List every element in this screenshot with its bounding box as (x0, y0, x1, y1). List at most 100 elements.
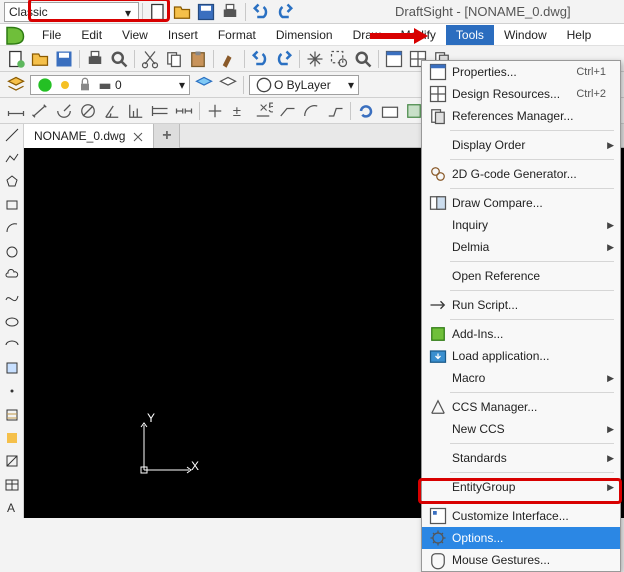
dim-aligned-button[interactable] (29, 100, 51, 122)
arc-tool[interactable] (3, 219, 21, 237)
new-tab-button[interactable]: + (154, 124, 180, 148)
menu-item-properties[interactable]: Properties...Ctrl+1 (422, 61, 620, 83)
hatch-tool[interactable] (3, 406, 21, 424)
close-icon[interactable] (133, 131, 143, 141)
new-button[interactable] (147, 1, 169, 23)
print-tb-button[interactable] (84, 48, 106, 70)
ellipse-tool[interactable] (3, 312, 21, 330)
menu-view[interactable]: View (112, 25, 158, 45)
point-tool[interactable] (3, 382, 21, 400)
menu-item-options[interactable]: Options... (422, 527, 620, 549)
spline-tool[interactable] (3, 289, 21, 307)
doc-tab-active[interactable]: NONAME_0.dwg (24, 124, 154, 148)
dim-center-button[interactable] (204, 100, 226, 122)
menu-modify[interactable]: Modify (391, 25, 446, 45)
menu-item-2d-g-code-generator[interactable]: 2D G-code Generator... (422, 163, 620, 185)
menu-tools[interactable]: Tools (446, 25, 494, 45)
menu-item-draw-compare[interactable]: Draw Compare... (422, 192, 620, 214)
menu-file[interactable]: File (32, 25, 71, 45)
dim-leader-button[interactable] (276, 100, 298, 122)
dim-arc-button[interactable] (300, 100, 322, 122)
menu-item-design-resources[interactable]: Design Resources...Ctrl+2 (422, 83, 620, 105)
menu-item-display-order[interactable]: Display Order▶ (422, 134, 620, 156)
dim-jogged-button[interactable] (324, 100, 346, 122)
text-tool[interactable]: A (3, 499, 21, 517)
dim-continue-button[interactable] (173, 100, 195, 122)
menu-item-mouse-gestures[interactable]: Mouse Gestures... (422, 549, 620, 571)
polygon-tool[interactable] (3, 173, 21, 191)
menu-item-icon (428, 346, 448, 366)
undo-button[interactable] (250, 1, 272, 23)
menu-edit[interactable]: Edit (71, 25, 112, 45)
menu-format[interactable]: Format (208, 25, 266, 45)
copy-button[interactable] (163, 48, 185, 70)
dim-update-button[interactable] (355, 100, 377, 122)
layer-manager-button[interactable] (5, 74, 27, 96)
zoom-extents-button[interactable] (352, 48, 374, 70)
line-tool[interactable] (3, 126, 21, 144)
paste-button[interactable] (187, 48, 209, 70)
preview-button[interactable] (108, 48, 130, 70)
menu-item-run-script[interactable]: Run Script... (422, 294, 620, 316)
cut-button[interactable] (139, 48, 161, 70)
new-doc-button[interactable] (5, 48, 27, 70)
menu-item-entitygroup[interactable]: EntityGroup▶ (422, 476, 620, 498)
save-file-button[interactable] (53, 48, 75, 70)
menu-item-macro[interactable]: Macro▶ (422, 367, 620, 389)
workspace-dropdown[interactable]: Classic ▾ (4, 2, 139, 22)
layer-lock-icon (76, 76, 94, 94)
pan-button[interactable] (304, 48, 326, 70)
menu-item-load-application[interactable]: Load application... (422, 345, 620, 367)
dim-diameter-button[interactable] (77, 100, 99, 122)
menu-item-standards[interactable]: Standards▶ (422, 447, 620, 469)
block-tool[interactable] (3, 359, 21, 377)
dim-ordinate-button[interactable] (125, 100, 147, 122)
menu-insert[interactable]: Insert (158, 25, 208, 45)
dim-style-button[interactable] (379, 100, 401, 122)
menu-item-ccs-manager[interactable]: CCS Manager... (422, 396, 620, 418)
open-folder-button[interactable] (29, 48, 51, 70)
save-button[interactable] (195, 1, 217, 23)
layer-tool2-button[interactable] (217, 74, 239, 96)
gradient-tool[interactable] (3, 429, 21, 447)
layer-combo[interactable]: 0 ▾ (30, 75, 190, 95)
menu-item-add-ins[interactable]: Add-Ins... (422, 323, 620, 345)
menu-item-delmia[interactable]: Delmia▶ (422, 236, 620, 258)
menu-item-open-reference[interactable]: Open Reference (422, 265, 620, 287)
menu-help[interactable]: Help (557, 25, 602, 45)
region-tool[interactable] (3, 452, 21, 470)
menu-draw[interactable]: Draw (343, 25, 391, 45)
menu-item-icon (428, 397, 448, 417)
zoom-window-button[interactable] (328, 48, 350, 70)
brush-button[interactable] (218, 48, 240, 70)
menu-item-icon (428, 84, 448, 104)
cloud-tool[interactable] (3, 266, 21, 284)
table-tool[interactable] (3, 475, 21, 493)
print-button[interactable] (219, 1, 241, 23)
dim-angular-button[interactable] (101, 100, 123, 122)
properties-button[interactable] (383, 48, 405, 70)
dim-baseline-button[interactable] (149, 100, 171, 122)
menu-item-icon (428, 164, 448, 184)
circle-tool[interactable] (3, 242, 21, 260)
ellipse-arc-tool[interactable] (3, 336, 21, 354)
open-button[interactable] (171, 1, 193, 23)
menu-item-references-manager[interactable]: References Manager... (422, 105, 620, 127)
dim-linear-button[interactable] (5, 100, 27, 122)
color-combo[interactable]: O ByLayer ▾ (249, 75, 359, 95)
menu-window[interactable]: Window (494, 25, 557, 45)
redo-tb-button[interactable] (273, 48, 295, 70)
layer-name: 0 (115, 78, 122, 92)
dim-text-button[interactable]: ± (228, 100, 250, 122)
undo-tb-button[interactable] (249, 48, 271, 70)
rectangle-tool[interactable] (3, 196, 21, 214)
dim-radius-button[interactable] (53, 100, 75, 122)
menu-item-inquiry[interactable]: Inquiry▶ (422, 214, 620, 236)
dim-edit-button[interactable]: ×5 (252, 100, 274, 122)
layer-tool-button[interactable] (193, 74, 215, 96)
menu-dimension[interactable]: Dimension (266, 25, 343, 45)
menu-item-new-ccs[interactable]: New CCS▶ (422, 418, 620, 440)
redo-button[interactable] (274, 1, 296, 23)
menu-item-customize-interface[interactable]: Customize Interface... (422, 505, 620, 527)
polyline-tool[interactable] (3, 149, 21, 167)
